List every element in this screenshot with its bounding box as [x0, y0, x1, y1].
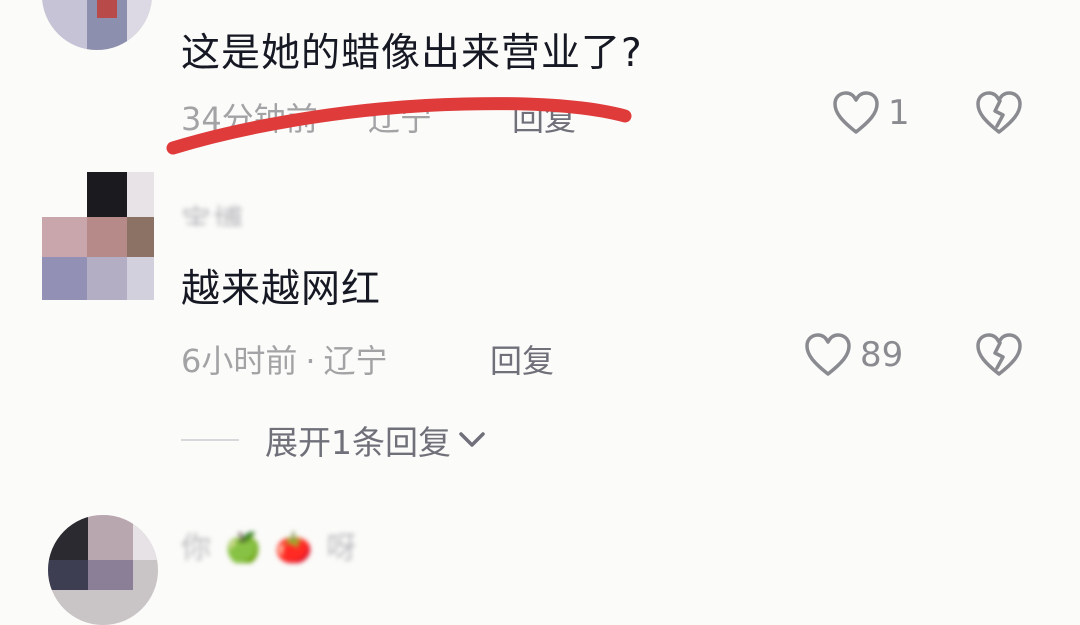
reply-button[interactable]: 回复	[512, 94, 576, 140]
comment-time: 34分钟前	[181, 100, 318, 138]
comment-username[interactable]: 你 🍏 🍅 呀	[181, 523, 358, 563]
comment-text: 这是她的蜡像出来营业了?	[181, 31, 643, 76]
like-button[interactable]: 1	[832, 88, 910, 138]
avatar[interactable]	[42, 172, 154, 300]
comment-item: 这是她的蜡像出来营业了? 34分钟前 辽宁 回复 1	[0, 0, 1080, 170]
broken-heart-icon[interactable]	[975, 332, 1023, 378]
like-count: 89	[860, 335, 904, 375]
comment-location: 辽宁	[323, 342, 388, 380]
avatar[interactable]	[48, 515, 158, 625]
comment-item: 宝博 越来越网红 6小时前 · 辽宁 回复 89	[0, 170, 1080, 470]
chevron-down-icon	[459, 432, 485, 447]
like-button[interactable]: 89	[804, 330, 903, 380]
comment-meta: 6小时前 · 辽宁	[181, 336, 388, 382]
divider-line	[181, 439, 239, 441]
comment-text: 越来越网红	[181, 267, 382, 312]
comment-username[interactable]: 宝博	[181, 196, 245, 226]
comment-time: 6小时前	[181, 342, 298, 380]
like-count: 1	[888, 93, 910, 133]
expand-replies-button[interactable]: 展开1条回复	[181, 420, 487, 462]
meta-separator: ·	[305, 342, 316, 380]
reply-button[interactable]: 回复	[490, 336, 554, 382]
heart-outline-icon	[833, 91, 879, 134]
comment-item: 你 🍏 🍅 呀	[0, 505, 1080, 625]
avatar-mosaic	[42, 172, 154, 300]
avatar[interactable]	[42, 0, 152, 50]
avatar-mosaic	[42, 0, 152, 50]
heart-outline-icon	[805, 333, 851, 376]
comment-meta: 34分钟前 辽宁	[181, 94, 432, 140]
avatar-mosaic	[48, 515, 158, 625]
broken-heart-icon[interactable]	[975, 90, 1023, 136]
comment-location: 辽宁	[367, 100, 432, 138]
expand-replies-label: 展开1条回复	[265, 423, 451, 462]
